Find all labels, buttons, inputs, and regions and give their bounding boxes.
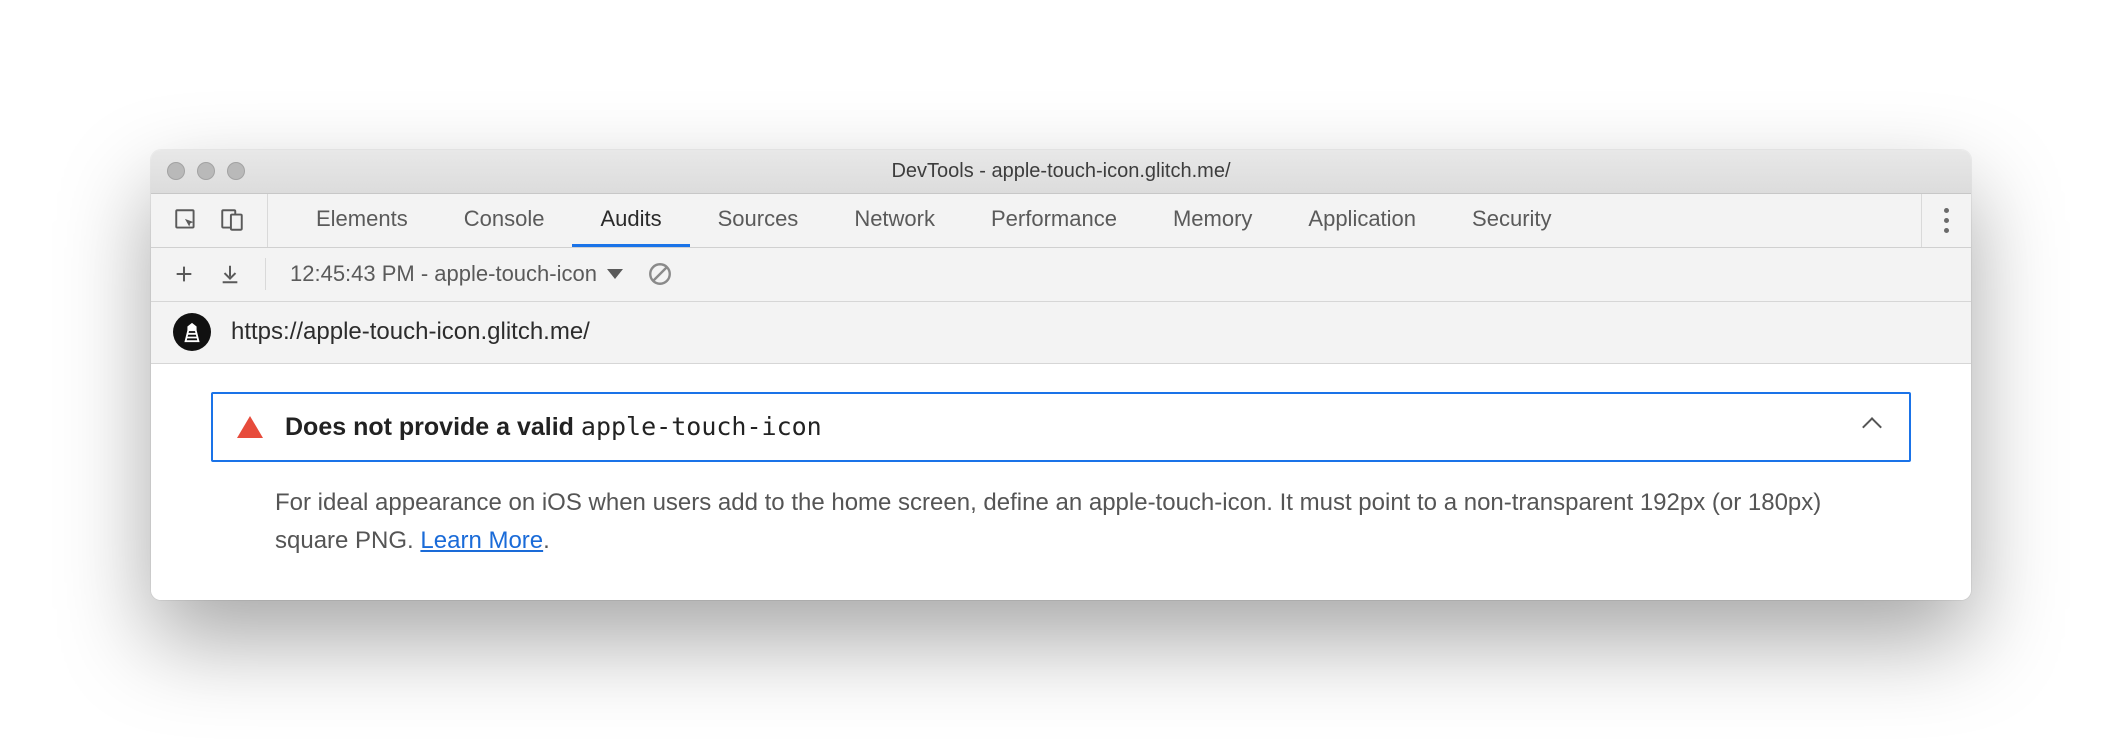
tab-application[interactable]: Application: [1280, 194, 1444, 247]
audit-title-code: apple-touch-icon: [581, 412, 822, 441]
tabs: Elements Console Audits Sources Network …: [268, 194, 1921, 247]
tabstrip-trailing: [1921, 194, 1971, 247]
audit-title-text: Does not provide a valid: [285, 413, 581, 441]
tab-elements[interactable]: Elements: [288, 194, 436, 247]
tab-sources[interactable]: Sources: [690, 194, 827, 247]
tab-label: Console: [464, 206, 545, 232]
tab-memory[interactable]: Memory: [1145, 194, 1280, 247]
clear-icon[interactable]: [647, 261, 673, 287]
traffic-lights: [151, 162, 245, 180]
tab-label: Performance: [991, 206, 1117, 232]
more-icon[interactable]: [1944, 208, 1949, 233]
tab-network[interactable]: Network: [826, 194, 963, 247]
tab-label: Audits: [600, 206, 661, 232]
new-audit-button[interactable]: [173, 263, 195, 285]
audit-url: https://apple-touch-icon.glitch.me/: [231, 318, 590, 346]
fail-triangle-icon: [237, 416, 263, 438]
window-title: DevTools - apple-touch-icon.glitch.me/: [151, 160, 1971, 183]
minimize-button[interactable]: [197, 162, 215, 180]
download-icon[interactable]: [219, 263, 241, 285]
learn-more-link[interactable]: Learn More: [420, 527, 543, 554]
zoom-button[interactable]: [227, 162, 245, 180]
tab-audits[interactable]: Audits: [572, 194, 689, 247]
titlebar: DevTools - apple-touch-icon.glitch.me/: [151, 150, 1971, 194]
audits-toolbar: 12:45:43 PM - apple-touch-icon: [151, 248, 1971, 302]
chevron-down-icon: [607, 269, 623, 279]
inspect-icon[interactable]: [173, 207, 199, 233]
divider: [265, 258, 266, 290]
tab-label: Elements: [316, 206, 408, 232]
tabstrip-leading: [151, 194, 268, 247]
tab-performance[interactable]: Performance: [963, 194, 1145, 247]
tabstrip: Elements Console Audits Sources Network …: [151, 194, 1971, 248]
audit-description-period: .: [543, 527, 550, 554]
devtools-window: DevTools - apple-touch-icon.glitch.me/ E…: [151, 150, 1971, 601]
tab-label: Network: [854, 206, 935, 232]
tab-label: Security: [1472, 206, 1551, 232]
tab-console[interactable]: Console: [436, 194, 573, 247]
audit-description: For ideal appearance on iOS when users a…: [211, 462, 1911, 561]
lighthouse-icon: [173, 313, 211, 351]
audit-item[interactable]: Does not provide a valid apple-touch-ico…: [211, 392, 1911, 462]
close-button[interactable]: [167, 162, 185, 180]
run-selector[interactable]: 12:45:43 PM - apple-touch-icon: [290, 261, 623, 287]
run-label: 12:45:43 PM - apple-touch-icon: [290, 261, 597, 287]
chevron-up-icon: [1862, 417, 1882, 437]
audit-content: Does not provide a valid apple-touch-ico…: [151, 364, 1971, 601]
tab-security[interactable]: Security: [1444, 194, 1579, 247]
audit-url-row: https://apple-touch-icon.glitch.me/: [151, 302, 1971, 364]
audit-title: Does not provide a valid apple-touch-ico…: [285, 412, 1843, 442]
tab-label: Sources: [718, 206, 799, 232]
tab-label: Memory: [1173, 206, 1252, 232]
tab-label: Application: [1308, 206, 1416, 232]
device-toggle-icon[interactable]: [219, 207, 245, 233]
